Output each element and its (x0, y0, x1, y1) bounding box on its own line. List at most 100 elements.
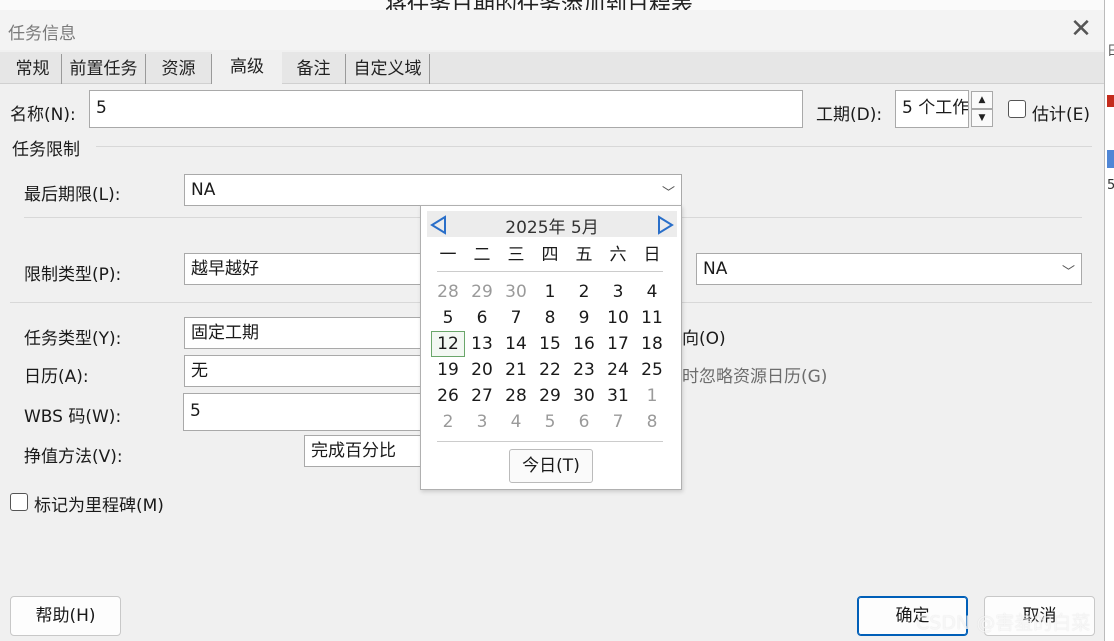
calendar-day-cell[interactable]: 16 (567, 331, 601, 357)
estimate-label: 估计(E) (1032, 105, 1091, 125)
close-icon[interactable]: ✕ (1066, 14, 1096, 44)
calendar-day-cell[interactable]: 2 (567, 279, 601, 305)
calendar-day-cell[interactable]: 2 (431, 409, 465, 435)
calendar-day-cell[interactable]: 13 (465, 331, 499, 357)
calendar-day-cell[interactable]: 30 (499, 279, 533, 305)
weekday-label: 四 (541, 245, 559, 265)
ignore-resource-calendars-label: 时忽略资源日历(G) (682, 367, 828, 387)
estimate-checkbox[interactable] (1008, 100, 1026, 118)
calendar-day-cell[interactable]: 27 (465, 383, 499, 409)
calendar-day-cell[interactable]: 4 (499, 409, 533, 435)
tab-advanced[interactable]: 高级 (212, 52, 282, 85)
calendar-day-cell[interactable]: 20 (465, 357, 499, 383)
calendar-week-row: 5 6 7 8 9 10 11 (431, 305, 671, 331)
calendar-day-cell[interactable]: 24 (601, 357, 635, 383)
weekday-label: 二 (473, 245, 491, 265)
tab-custom-fields[interactable]: 自定义域 (346, 54, 430, 84)
date-picker-popup: 2025年 5月 一二三四五六日 28 29 30 1 2 3 4 5 6 7 8 9 10 11 12 13… (420, 205, 682, 490)
calendar-week-row: 26 27 28 29 30 31 1 (431, 383, 671, 409)
calendar-day-cell[interactable]: 31 (601, 383, 635, 409)
tab-notes[interactable]: 备注 (282, 54, 346, 84)
calendar-divider (437, 441, 663, 442)
calendar-day-cell[interactable]: 11 (635, 305, 669, 331)
calendar-day-cell[interactable]: 29 (465, 279, 499, 305)
task-type-label: 任务类型(Y): (24, 329, 122, 349)
deadline-label: 最后期限(L): (24, 185, 121, 205)
calendar-day-cell[interactable]: 12 (431, 331, 465, 357)
calendar-day-cell[interactable]: 1 (533, 279, 567, 305)
calendar-day-cell[interactable]: 7 (499, 305, 533, 331)
weekday-header-row: 一二三四五六日 (431, 242, 671, 268)
calendar-day-cell[interactable]: 9 (567, 305, 601, 331)
calendar-day-cell[interactable]: 19 (431, 357, 465, 383)
calendar-day-cell[interactable]: 21 (499, 357, 533, 383)
calendar-day-cell[interactable]: 8 (533, 305, 567, 331)
calendar-day-cell[interactable]: 4 (635, 279, 669, 305)
weekday-label: 三 (507, 245, 525, 265)
calendar-day-cell[interactable]: 10 (601, 305, 635, 331)
tab-resources[interactable]: 资源 (146, 54, 212, 84)
calendar-header: 2025年 5月 (427, 211, 677, 238)
calendar-day-cell[interactable]: 17 (601, 331, 635, 357)
today-button[interactable]: 今日(T) (509, 449, 593, 483)
duration-input[interactable]: 5 个工作日 (895, 90, 969, 128)
dialog-title: 任务信息 (8, 24, 76, 44)
calendar-day-cell[interactable]: 5 (533, 409, 567, 435)
constraint-date-value: NA (703, 259, 728, 279)
duration-up-icon[interactable]: ▲ (971, 91, 993, 109)
chevron-down-icon[interactable]: ﹀ (662, 182, 675, 201)
calendar-week-row: 12 13 14 15 16 17 18 (431, 331, 671, 357)
duration-down-icon[interactable]: ▼ (971, 109, 993, 127)
section-divider (96, 146, 1092, 147)
name-input[interactable]: 5 (89, 90, 803, 128)
weekday-label: 五 (575, 245, 593, 265)
chevron-down-icon[interactable]: ﹀ (1062, 261, 1075, 280)
weekday-label: 日 (643, 245, 661, 265)
calendar-day-cell[interactable]: 3 (601, 279, 635, 305)
calendar-day-cell[interactable]: 1 (635, 383, 669, 409)
dialog-title-bar[interactable]: 任务信息 ✕ (0, 10, 1104, 50)
task-type-dropdown[interactable]: 固定工期 (184, 317, 424, 349)
calendar-day-cell[interactable]: 8 (635, 409, 669, 435)
calendar-week-row: 19 20 21 22 23 24 25 (431, 357, 671, 383)
calendar-day-cell[interactable]: 3 (465, 409, 499, 435)
milestone-label: 标记为里程碑(M) (34, 496, 164, 516)
constraint-type-dropdown[interactable]: 越早越好 (184, 253, 424, 285)
calendar-day-cell[interactable]: 28 (431, 279, 465, 305)
deadline-dropdown[interactable]: NA (184, 174, 682, 206)
watermark: CSDN @害羞的白菜 (916, 612, 1091, 634)
calendar-day-cell[interactable]: 28 (499, 383, 533, 409)
calendar-day-cell[interactable]: 14 (499, 331, 533, 357)
constraint-date-dropdown[interactable]: NA (696, 253, 1082, 285)
calendar-day-cell[interactable]: 30 (567, 383, 601, 409)
calendar-day-cell[interactable]: 23 (567, 357, 601, 383)
calendar-day-cell[interactable]: 22 (533, 357, 567, 383)
calendar-divider (437, 271, 663, 272)
calendar-label: 日历(A): (24, 367, 89, 387)
wbs-code-input[interactable]: 5 (183, 393, 424, 431)
calendar-day-cell[interactable]: 29 (533, 383, 567, 409)
calendar-week-row: 28 29 30 1 2 3 4 (431, 279, 671, 305)
next-month-icon[interactable] (655, 215, 675, 235)
earned-value-dropdown[interactable]: 完成百分比 (304, 435, 424, 467)
calendar-day-cell[interactable]: 6 (567, 409, 601, 435)
milestone-checkbox[interactable] (10, 493, 28, 511)
tab-general[interactable]: 常规 (4, 54, 62, 84)
calendar-day-cell[interactable]: 15 (533, 331, 567, 357)
task-constraints-section-label: 任务限制 (12, 140, 80, 160)
calendar-day-cell[interactable]: 6 (465, 305, 499, 331)
calendar-day-cell[interactable]: 18 (635, 331, 669, 357)
help-button[interactable]: 帮助(H) (10, 596, 121, 636)
weekday-label: 六 (609, 245, 627, 265)
background-red-marker (1107, 95, 1114, 107)
duration-label: 工期(D): (816, 105, 883, 125)
calendar-day-cell[interactable]: 7 (601, 409, 635, 435)
background-window-edge: 日 5 (1104, 0, 1114, 641)
calendar-day-cell[interactable]: 25 (635, 357, 669, 383)
calendar-day-cell[interactable]: 26 (431, 383, 465, 409)
weekday-label: 一 (439, 245, 457, 265)
calendar-dropdown[interactable]: 无 (184, 355, 424, 387)
calendar-day-cell[interactable]: 5 (431, 305, 465, 331)
tab-predecessors[interactable]: 前置任务 (62, 54, 146, 84)
effort-driven-label: 向(O) (682, 329, 726, 349)
